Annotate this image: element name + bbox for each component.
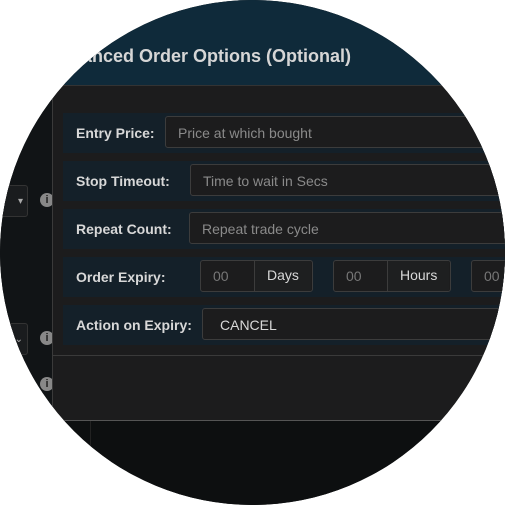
action-on-expiry-select[interactable]: CANCEL: [202, 308, 505, 340]
repeat-count-label: Repeat Count:: [76, 221, 172, 237]
modal-title: vanced Order Options (Optional): [72, 46, 352, 66]
days-unit-label: Days: [255, 261, 311, 291]
stop-timeout-label: Stop Timeout:: [76, 173, 170, 189]
entry-price-row: Entry Price: Price at which bought: [63, 113, 505, 153]
expiry-days-group: 00 Days: [200, 260, 313, 292]
divider: [90, 421, 91, 505]
background-dropdown[interactable]: ▾: [0, 185, 28, 217]
expiry-third-group: 00: [471, 260, 505, 292]
order-expiry-row: Order Expiry: 00 Days 00 Hours 00: [63, 257, 505, 297]
hours-unit-label: Hours: [388, 261, 450, 291]
expiry-hours-input[interactable]: 00: [334, 261, 388, 291]
repeat-count-input[interactable]: Repeat trade cycle: [189, 212, 505, 244]
screenshot-circle-crop: ▾ i ⌄ i i vanced Order Options (Optional…: [0, 0, 505, 505]
expiry-third-input[interactable]: 00: [472, 261, 505, 291]
action-on-expiry-row: Action on Expiry: CANCEL: [63, 305, 505, 345]
entry-price-label: Entry Price:: [76, 125, 155, 141]
entry-price-input[interactable]: Price at which bought: [165, 116, 505, 148]
advanced-order-options-modal: Entry Price: Price at which bought Stop …: [52, 85, 505, 421]
stop-timeout-row: Stop Timeout: Time to wait in Secs: [63, 161, 505, 201]
background-panel: ▾ i ⌄ i i: [0, 85, 54, 420]
expiry-days-input[interactable]: 00: [201, 261, 255, 291]
modal-header: vanced Order Options (Optional): [0, 0, 505, 85]
action-on-expiry-label: Action on Expiry:: [76, 317, 192, 333]
stop-timeout-input[interactable]: Time to wait in Secs: [190, 164, 505, 196]
expiry-hours-group: 00 Hours: [333, 260, 451, 292]
modal-footer-divider: [53, 355, 505, 356]
background-dropdown[interactable]: ⌄: [0, 323, 28, 355]
background-bottom-area: [0, 420, 505, 505]
order-expiry-label: Order Expiry:: [76, 269, 166, 285]
repeat-count-row: Repeat Count: Repeat trade cycle: [63, 209, 505, 249]
